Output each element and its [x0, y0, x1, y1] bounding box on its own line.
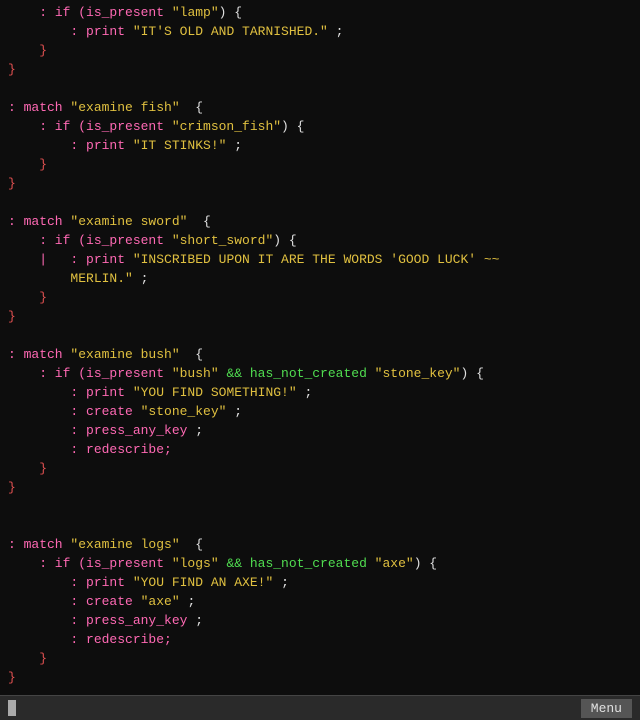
- code-line: [8, 80, 632, 99]
- code-line: }: [8, 308, 632, 327]
- cursor: [8, 700, 16, 716]
- code-line: : if (is_present "short_sword") {: [8, 232, 632, 251]
- code-line: [8, 327, 632, 346]
- code-line: }: [8, 175, 632, 194]
- code-line: MERLIN." ;: [8, 270, 632, 289]
- code-line: : create "axe" ;: [8, 593, 632, 612]
- code-line: }: [8, 61, 632, 80]
- menu-button[interactable]: Menu: [581, 699, 632, 718]
- code-line: : if (is_present "logs" && has_not_creat…: [8, 555, 632, 574]
- code-line: : print "IT STINKS!" ;: [8, 137, 632, 156]
- code-line: : redescribe;: [8, 631, 632, 650]
- code-line: }: [8, 479, 632, 498]
- code-line: }: [8, 460, 632, 479]
- code-line: : print "IT'S OLD AND TARNISHED." ;: [8, 23, 632, 42]
- status-bar: Menu: [0, 695, 640, 720]
- code-line: : if (is_present "bush" && has_not_creat…: [8, 365, 632, 384]
- code-line: }: [8, 289, 632, 308]
- code-line: : redescribe;: [8, 441, 632, 460]
- code-line: }: [8, 650, 632, 669]
- code-line: [8, 498, 632, 517]
- code-editor[interactable]: : if (is_present "lamp") { : print "IT'S…: [0, 0, 640, 695]
- code-line: [8, 688, 632, 695]
- code-line: : print "YOU FIND SOMETHING!" ;: [8, 384, 632, 403]
- code-line: }: [8, 42, 632, 61]
- code-line: : press_any_key ;: [8, 612, 632, 631]
- code-line: }: [8, 669, 632, 688]
- code-line: : print "YOU FIND AN AXE!" ;: [8, 574, 632, 593]
- code-line: : match "examine logs" {: [8, 536, 632, 555]
- code-line: : match "examine sword" {: [8, 213, 632, 232]
- code-line: : press_any_key ;: [8, 422, 632, 441]
- code-line: }: [8, 156, 632, 175]
- code-line: : if (is_present "lamp") {: [8, 4, 632, 23]
- code-line: [8, 517, 632, 536]
- code-line: [8, 194, 632, 213]
- code-line: : create "stone_key" ;: [8, 403, 632, 422]
- code-line: : match "examine fish" {: [8, 99, 632, 118]
- code-line: : if (is_present "crimson_fish") {: [8, 118, 632, 137]
- code-line: | : print "INSCRIBED UPON IT ARE THE WOR…: [8, 251, 632, 270]
- code-line: : match "examine bush" {: [8, 346, 632, 365]
